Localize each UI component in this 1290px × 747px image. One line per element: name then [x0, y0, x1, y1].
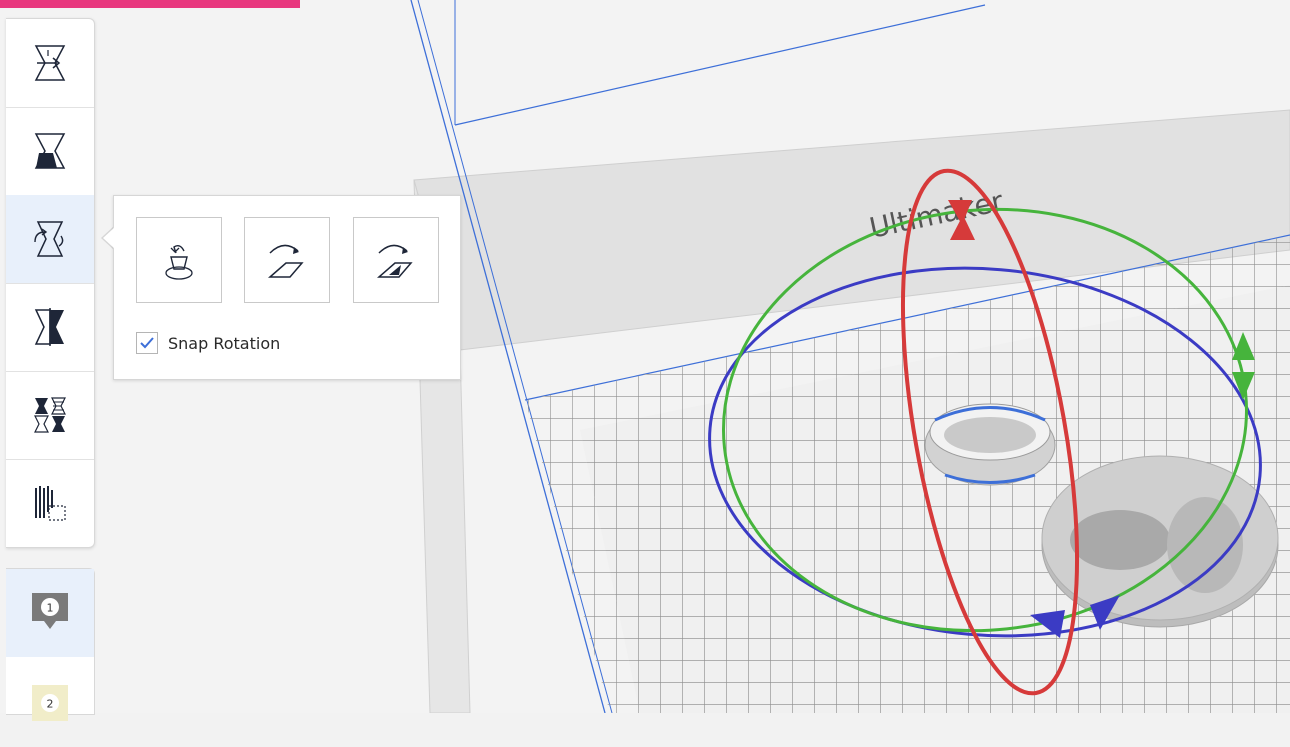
object-item-1-label: 1 — [47, 602, 54, 615]
rotate-tool-button[interactable] — [6, 195, 94, 284]
scale-icon — [34, 133, 66, 169]
mirror-icon — [34, 308, 64, 346]
model-ring[interactable] — [924, 403, 1056, 486]
rotate-options-panel: Snap Rotation — [113, 195, 461, 380]
lay-flat-icon — [268, 244, 304, 278]
object-item-2-label: 2 — [47, 698, 54, 711]
mirror-tool-button[interactable] — [6, 283, 94, 372]
scale-tool-button[interactable] — [6, 107, 94, 196]
snap-rotation-checkbox[interactable] — [136, 332, 158, 354]
snap-rotation-row[interactable]: Snap Rotation — [136, 330, 280, 356]
snap-rotation-label: Snap Rotation — [168, 333, 281, 353]
rotate-icon — [34, 221, 64, 257]
align-face-icon — [377, 244, 413, 278]
panel-pointer-inner — [103, 227, 115, 249]
extruder-2-icon: 2 — [32, 685, 68, 721]
lay-flat-button[interactable] — [244, 217, 330, 303]
object-item-2[interactable]: 2 — [6, 659, 94, 747]
object-item-1[interactable]: 1 — [6, 569, 94, 657]
per-model-settings-icon — [34, 397, 66, 433]
reset-rotation-button[interactable] — [136, 217, 222, 303]
tool-sidebar — [6, 18, 95, 548]
move-tool-button[interactable] — [6, 19, 94, 108]
extruder-1-icon: 1 — [32, 593, 68, 629]
support-blocker-tool-button[interactable] — [6, 459, 94, 547]
top-accent-bar — [0, 0, 300, 8]
support-blocker-icon — [35, 486, 66, 521]
move-icon — [34, 45, 66, 81]
per-model-settings-tool-button[interactable] — [6, 371, 94, 460]
check-icon — [140, 337, 154, 349]
object-list: 1 2 — [6, 568, 95, 721]
select-face-to-align-button[interactable] — [353, 217, 439, 303]
reset-rotation-icon — [165, 244, 193, 280]
